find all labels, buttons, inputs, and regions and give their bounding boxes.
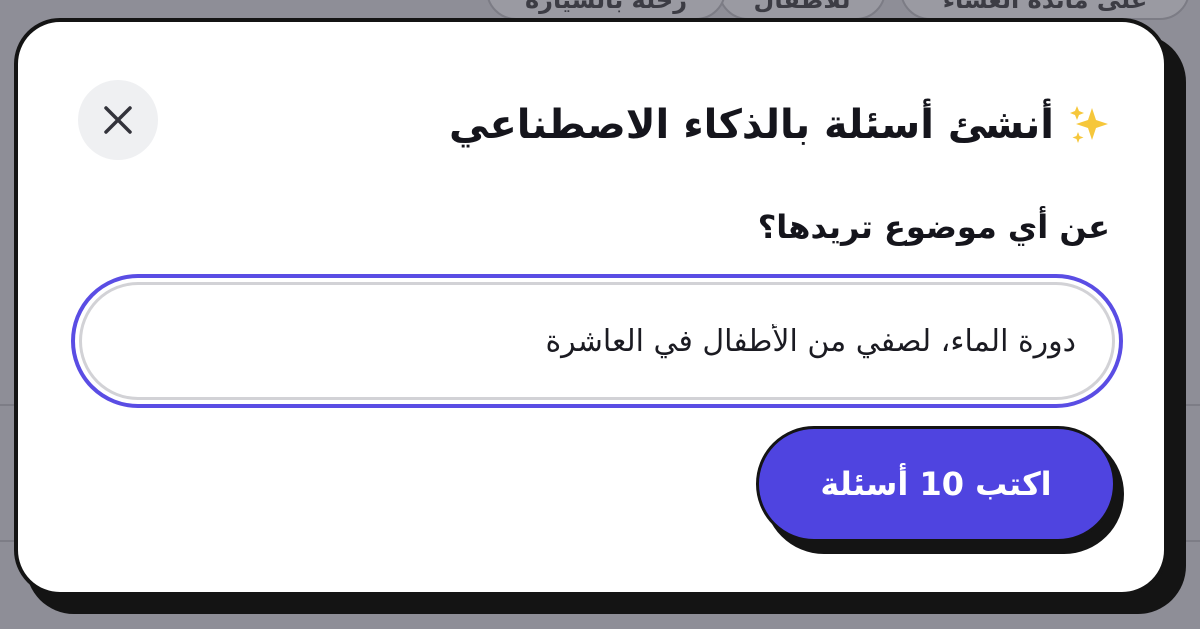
background-pill-label: رحلة بالسيارة (524, 0, 688, 14)
close-icon (104, 106, 132, 134)
dialog-title: أنشئ أسئلة بالذكاء الاصطناعي (449, 102, 1110, 148)
topic-input[interactable] (79, 282, 1115, 400)
background-category-pill: على مائدة العشاء (900, 0, 1190, 20)
dialog-title-text: أنشئ أسئلة بالذكاء الاصطناعي (449, 102, 1054, 148)
write-questions-button[interactable]: اكتب 10 أسئلة (756, 426, 1116, 542)
background-category-pill: رحلة بالسيارة (486, 0, 726, 20)
background-pill-label: على مائدة العشاء (942, 0, 1148, 14)
topic-field-label: عن أي موضوع تريدها؟ (757, 208, 1110, 246)
sparkles-icon (1070, 106, 1108, 143)
ai-questions-dialog: أنشئ أسئلة بالذكاء الاصطناعي عن أي موضوع… (14, 18, 1168, 596)
background-pill-label: للأطفال (753, 0, 851, 14)
background-divider (0, 404, 14, 406)
topic-input-focus-ring (71, 274, 1123, 408)
background-category-pill: للأطفال (718, 0, 886, 20)
close-button[interactable] (78, 80, 158, 160)
background-divider (0, 540, 14, 542)
